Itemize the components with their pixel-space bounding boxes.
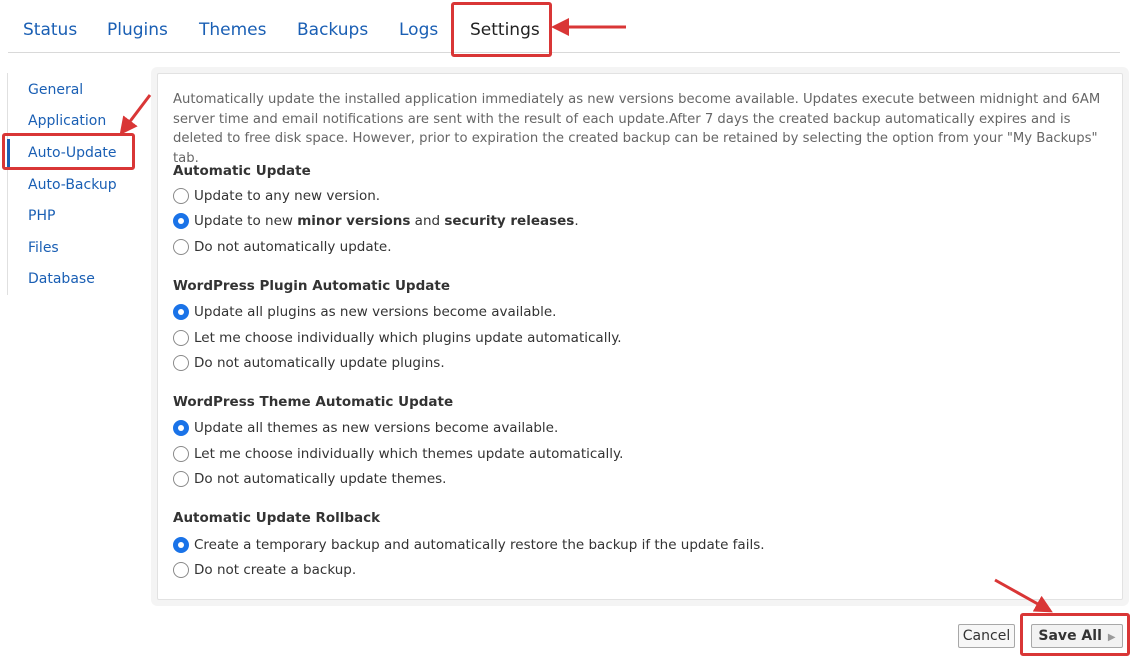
arrow-to-save-all-icon [994, 578, 1053, 613]
arrow-to-auto-update-icon [119, 94, 152, 136]
app-root: Status Plugins Themes Backups Logs Setti… [0, 0, 1139, 668]
annotation-arrows [119, 18, 1053, 613]
